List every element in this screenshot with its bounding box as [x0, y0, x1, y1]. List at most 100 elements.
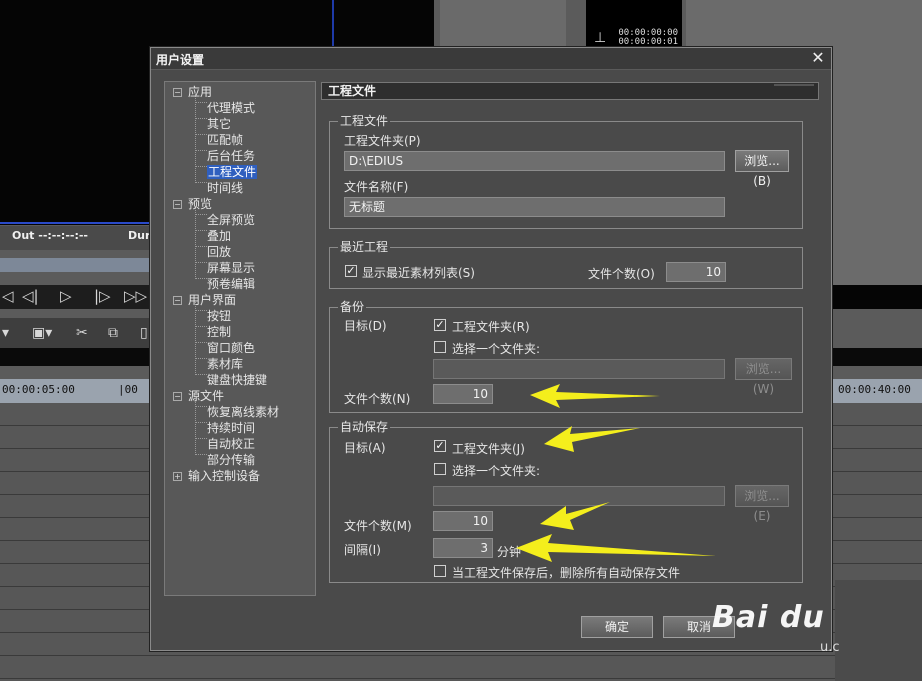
ruler-timecode: 00:00:05:00: [2, 383, 75, 396]
delete-autosave-checkbox[interactable]: [434, 565, 446, 577]
watermark-subtext: u.c: [820, 640, 840, 655]
tree-item-other[interactable]: 其它: [207, 116, 231, 132]
autosave-project-folder-label: 工程文件夹(J): [452, 442, 525, 456]
save-icon[interactable]: ▣▾: [32, 325, 52, 341]
collapse-icon[interactable]: −: [173, 200, 182, 209]
tree-item-proxy-mode[interactable]: 代理模式: [207, 100, 255, 116]
dialog-titlebar[interactable]: 用户设置 ✕: [151, 48, 831, 70]
tree-item-match-frame[interactable]: 匹配帧: [207, 132, 243, 148]
file-name-input[interactable]: 无标题: [344, 197, 725, 217]
dropdown-icon[interactable]: ▾: [2, 325, 9, 341]
project-folder-input[interactable]: D:\EDIUS: [344, 151, 725, 171]
tree-group-user-interface[interactable]: − 用户界面: [173, 292, 236, 308]
ok-button[interactable]: 确定: [581, 616, 653, 638]
timeline-toolbar: ▾ ▣▾ ✂ ⧉ ▯: [0, 318, 160, 348]
settings-tree: − 应用 代理模式 其它 匹配帧 后台任务 工程文件 时间线 − 预览 全屏预览 叠…: [164, 81, 316, 596]
autosave-folder-input[interactable]: [433, 486, 725, 506]
tree-item-label: 其它: [207, 117, 232, 131]
backup-choose-folder-label: 选择一个文件夹:: [452, 342, 541, 356]
browse-project-folder-button[interactable]: 浏览...(B): [735, 150, 789, 188]
backup-target-label: 目标(D): [344, 319, 387, 333]
tree-group-label: 输入控制设备: [188, 469, 261, 483]
play-icon[interactable]: ▷: [60, 287, 72, 305]
autosave-count-label: 文件个数(M): [344, 519, 412, 533]
group-legend: 工程文件: [338, 114, 391, 128]
backup-count-input[interactable]: 10: [433, 384, 493, 404]
backup-project-folder-checkbox[interactable]: ✓: [434, 319, 446, 331]
fast-forward-icon[interactable]: ▷▷: [124, 287, 147, 305]
tree-item-label: 按钮: [207, 309, 232, 323]
tree-item-window-color[interactable]: 窗口颜色: [207, 340, 255, 356]
tree-group-source[interactable]: − 源文件: [173, 388, 224, 404]
tree-item-label: 持续时间: [207, 421, 256, 435]
autosave-choose-folder-checkbox[interactable]: [434, 463, 446, 475]
tree-item-bin[interactable]: 素材库: [207, 356, 243, 372]
browse-backup-folder-button[interactable]: 浏览...(W): [735, 358, 792, 396]
watermark-logo: Bai du: [712, 600, 825, 635]
expand-icon[interactable]: +: [173, 472, 182, 481]
position-slider[interactable]: [0, 258, 160, 272]
section-title: 工程文件: [321, 82, 819, 100]
autosave-count-input[interactable]: 10: [433, 511, 493, 531]
tree-group-label: 应用: [188, 85, 213, 99]
tree-item-label: 预卷编辑: [207, 277, 256, 291]
tree-group-preview[interactable]: − 预览: [173, 196, 212, 212]
group-legend: 自动保存: [338, 420, 391, 434]
tree-group-input-devices[interactable]: + 输入控制设备: [173, 468, 260, 484]
autosave-interval-input[interactable]: 3: [433, 538, 493, 558]
tree-item-label: 回放: [207, 245, 232, 259]
tree-item-timeline[interactable]: 时间线: [207, 180, 243, 196]
transport-controls: ◁ ◁| ▷ |▷ ▷▷: [0, 285, 160, 309]
autosave-interval-label: 间隔(I): [344, 543, 381, 557]
ruler-timecode: |00: [118, 383, 138, 396]
tree-item-keyboard-shortcuts[interactable]: 键盘快捷键: [207, 372, 267, 388]
backup-count-label: 文件个数(N): [344, 392, 411, 406]
prev-icon[interactable]: ◁: [2, 287, 14, 305]
collapse-icon[interactable]: −: [173, 296, 182, 305]
dialog-title: 用户设置: [156, 53, 205, 67]
backup-group: 备份 目标(D) ✓ 工程文件夹(R) 选择一个文件夹: 浏览...(W) 文件…: [329, 300, 803, 413]
tree-item-fullscreen-preview[interactable]: 全屏预览: [207, 212, 255, 228]
tree-item-preroll-edit[interactable]: 预卷编辑: [207, 276, 255, 292]
recent-count-input[interactable]: 10: [666, 262, 726, 282]
ruler-timecode: 00:00:40:00: [838, 383, 911, 396]
tree-item-label: 键盘快捷键: [207, 373, 268, 387]
cut-icon[interactable]: ✂: [76, 325, 88, 341]
tree-item-onscreen-display[interactable]: 屏幕显示: [207, 260, 255, 276]
tree-item-label: 全屏预览: [207, 213, 256, 227]
tree-item-partial-transfer[interactable]: 部分传输: [207, 452, 255, 468]
close-icon[interactable]: ✕: [809, 49, 827, 67]
tree-item-playback[interactable]: 回放: [207, 244, 231, 260]
tree-item-background-task[interactable]: 后台任务: [207, 148, 255, 164]
tree-item-project-file[interactable]: 工程文件: [207, 164, 258, 180]
collapse-icon[interactable]: −: [173, 392, 182, 401]
marker-icon: ⊥: [594, 30, 607, 46]
tree-group-app[interactable]: − 应用: [173, 84, 212, 100]
duration-label: Dur: [128, 229, 151, 242]
tree-item-restore-offline[interactable]: 恢复离线素材: [207, 404, 279, 420]
out-timecode: Out --:--:--:--: [12, 229, 88, 242]
backup-folder-input[interactable]: [433, 359, 725, 379]
tree-item-duration[interactable]: 持续时间: [207, 420, 255, 436]
tree-item-overlay[interactable]: 叠加: [207, 228, 231, 244]
tree-item-buttons[interactable]: 按钮: [207, 308, 231, 324]
user-settings-dialog: 用户设置 ✕ − 应用 代理模式 其它 匹配帧 后台任务 工程文件 时间线 − …: [150, 47, 832, 651]
copy-icon[interactable]: ⧉: [108, 325, 118, 341]
browse-autosave-folder-button[interactable]: 浏览...(E): [735, 485, 789, 523]
tree-item-label: 工程文件: [207, 165, 258, 179]
backup-choose-folder-checkbox[interactable]: [434, 341, 446, 353]
paste-icon[interactable]: ▯: [140, 325, 148, 341]
tree-item-label: 时间线: [207, 181, 244, 195]
show-recent-label: 显示最近素材列表(S): [362, 266, 475, 280]
step-forward-icon[interactable]: |▷: [94, 287, 111, 305]
step-back-icon[interactable]: ◁|: [22, 287, 39, 305]
show-recent-checkbox[interactable]: ✓: [345, 265, 357, 277]
autosave-project-folder-checkbox[interactable]: ✓: [434, 440, 446, 452]
tree-item-control[interactable]: 控制: [207, 324, 231, 340]
collapse-icon[interactable]: −: [173, 88, 182, 97]
backup-project-folder-label: 工程文件夹(R): [452, 320, 530, 334]
tree-item-auto-correction[interactable]: 自动校正: [207, 436, 255, 452]
tree-item-label: 屏幕显示: [207, 261, 256, 275]
tree-item-label: 素材库: [207, 357, 244, 371]
recent-projects-group: 最近工程 ✓ 显示最近素材列表(S) 文件个数(O) 10: [329, 240, 803, 289]
